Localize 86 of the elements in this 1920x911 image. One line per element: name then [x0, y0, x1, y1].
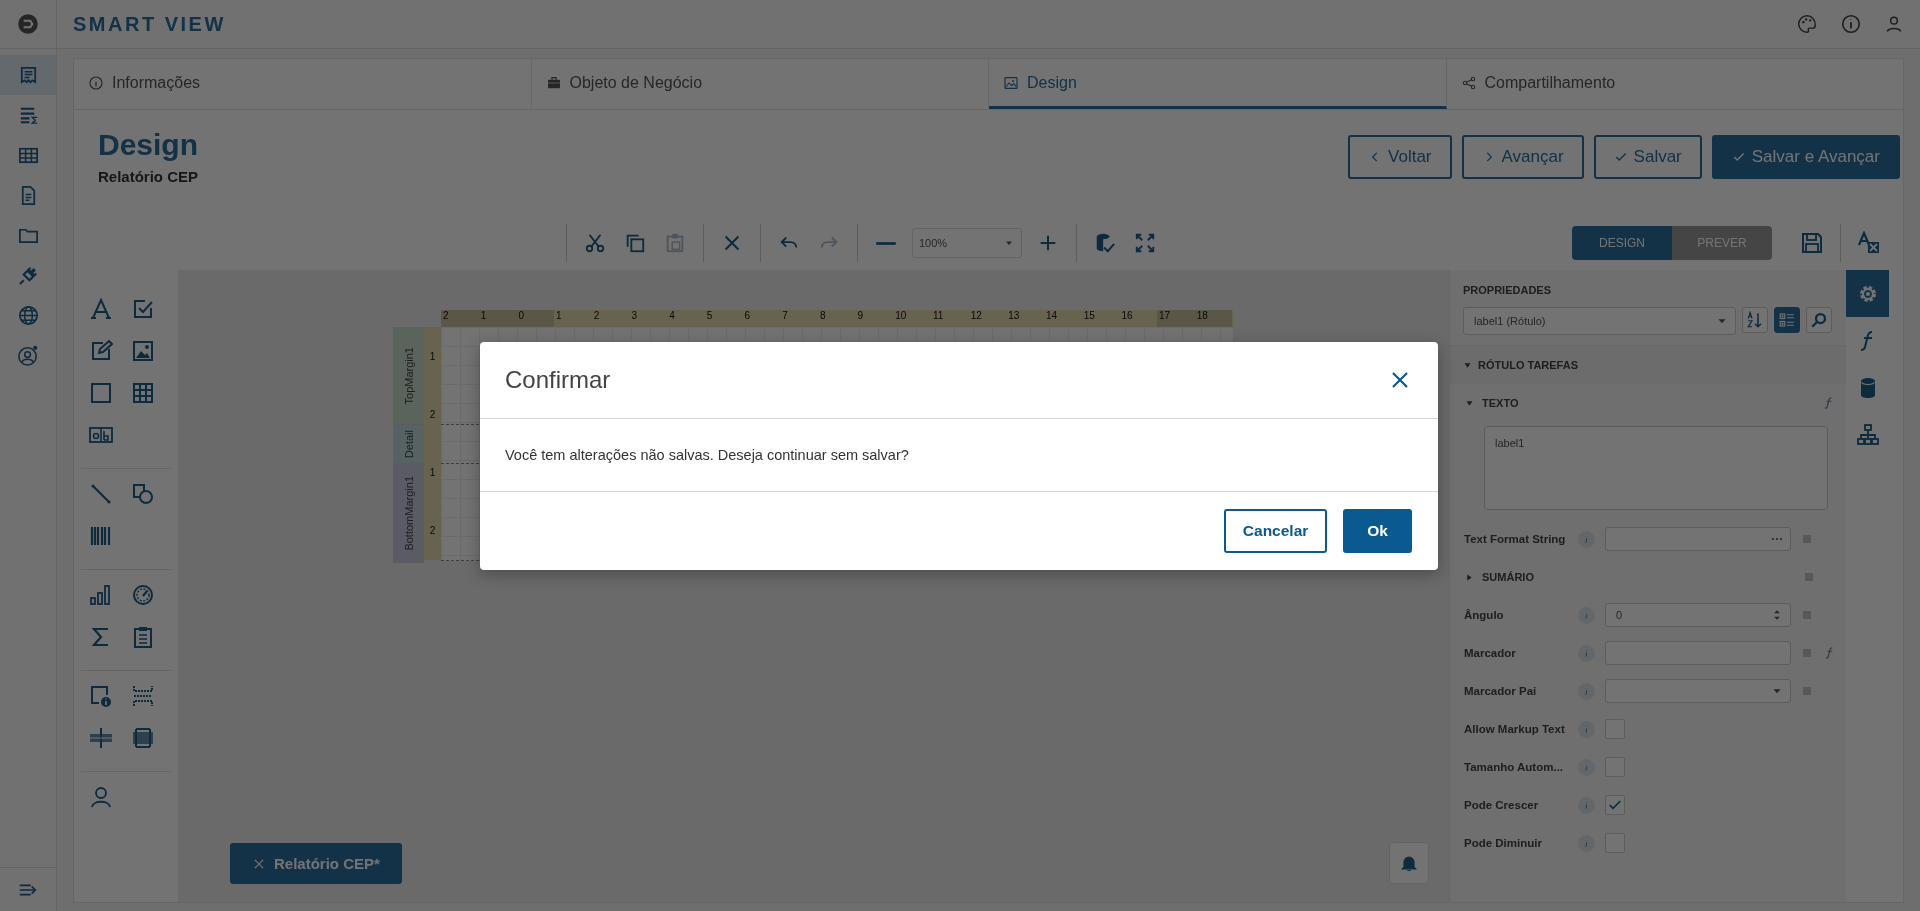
property-label: Marcador Pai [1464, 685, 1538, 697]
bar-chart-icon [89, 583, 113, 607]
component-select[interactable]: label1 (Rótulo) [1463, 307, 1736, 335]
translate-icon [1857, 231, 1881, 255]
property-label: Marcador [1464, 647, 1517, 659]
mode-toggle[interactable]: DESIGN [1572, 226, 1672, 260]
search-icon [1810, 311, 1828, 329]
gauge-icon [131, 583, 155, 607]
band-label[interactable]: TopMargin1 [393, 327, 424, 425]
cut-icon [584, 232, 606, 254]
dialog-message: Você tem alterações não salvas. Deseja continuar sem salvar? [505, 447, 909, 463]
band-split-icon [89, 726, 113, 750]
view-button[interactable] [1774, 307, 1800, 333]
image-icon [131, 339, 155, 363]
briefcase-icon [545, 74, 562, 91]
tab[interactable]: Design [989, 59, 1447, 109]
edit-icon [89, 339, 113, 363]
palette-icon [1796, 13, 1818, 35]
band-label[interactable]: Detail [393, 425, 424, 464]
properties-title: PROPRIEDADES [1463, 284, 1553, 296]
property-label: Allow Markup Text [1464, 723, 1566, 735]
paste-icon [664, 232, 686, 254]
hierarchy-icon [1855, 422, 1880, 447]
categories-icon [1778, 311, 1796, 329]
side-tab[interactable] [1846, 270, 1889, 317]
checkbox-icon [131, 297, 155, 321]
person-icon [89, 785, 113, 809]
dialog-title: Confirmar [505, 366, 611, 394]
select-field[interactable] [1605, 679, 1791, 703]
info-icon [1840, 13, 1862, 35]
share-icon [1460, 74, 1477, 91]
action-button[interactable]: Voltar [1348, 135, 1452, 179]
line-icon [89, 482, 113, 506]
letter-icon [89, 297, 113, 321]
band-icon [131, 726, 155, 750]
palette-button[interactable] [1796, 13, 1818, 35]
globe-icon [16, 303, 40, 327]
user-gear-icon [16, 343, 40, 367]
info-button[interactable] [1840, 13, 1862, 35]
logo-icon [15, 11, 41, 37]
check-icon [1731, 150, 1746, 164]
page-subtitle: Relatório CEP [98, 168, 199, 185]
action-button[interactable]: Salvar e Avançar [1711, 135, 1900, 179]
clipboard-icon [131, 625, 155, 649]
sort-icon [1746, 311, 1764, 329]
document-tab[interactable]: Relatório CEP* [230, 843, 402, 884]
page-title: Design [98, 128, 199, 162]
check-icon [1613, 150, 1628, 164]
dialog-button[interactable]: Ok [1343, 509, 1412, 553]
text-area[interactable]: label1 [1484, 426, 1828, 510]
database-check-icon [1094, 232, 1116, 254]
band-header-icon [131, 684, 155, 708]
notification-button[interactable] [1389, 842, 1429, 884]
group-label[interactable]: SUMÁRIO [1482, 571, 1534, 583]
image-icon [1003, 74, 1019, 91]
user-icon [1884, 14, 1904, 34]
page-info-icon [89, 684, 113, 708]
zoom-out-icon [875, 240, 897, 246]
group-label[interactable]: TEXTO [1482, 397, 1519, 409]
copy-icon [624, 232, 646, 254]
band-label[interactable]: BottomMargin1 [393, 464, 424, 563]
action-button[interactable]: Avançar [1461, 135, 1584, 179]
fullscreen-icon [1134, 232, 1156, 254]
grid-icon [131, 381, 155, 405]
number-field[interactable]: 0 [1605, 603, 1791, 627]
square-icon [89, 381, 113, 405]
shapes-icon [131, 482, 155, 506]
info-icon [88, 74, 104, 91]
property-label: Pode Crescer [1464, 799, 1540, 811]
save-icon [1800, 231, 1824, 255]
property-label: Tamanho Autom... [1464, 761, 1565, 773]
section-label: RÓTULO TAREFAS [1478, 359, 1578, 371]
sidebar-item[interactable] [0, 55, 56, 95]
ruler: 1 2 1 2 [424, 327, 441, 560]
dialog-button[interactable]: Cancelar [1223, 509, 1328, 553]
user-button[interactable] [1884, 14, 1904, 34]
property-label: Pode Diminuir [1464, 837, 1543, 849]
app-title: SMART VIEW [73, 12, 226, 36]
action-button[interactable]: Salvar [1593, 135, 1702, 179]
barcode-icon [89, 524, 113, 548]
zoom-select[interactable]: 100% [912, 228, 1022, 258]
property-label: Text Format String [1464, 533, 1567, 545]
ruler: 2 1 0 1 2 3 4 5 6 7 8 9 10 11 12 13 14 15 16 17 18 [441, 310, 1233, 327]
property-label: Ângulo [1464, 609, 1505, 621]
input-field[interactable] [1605, 527, 1791, 551]
checkbox[interactable] [1605, 795, 1625, 815]
